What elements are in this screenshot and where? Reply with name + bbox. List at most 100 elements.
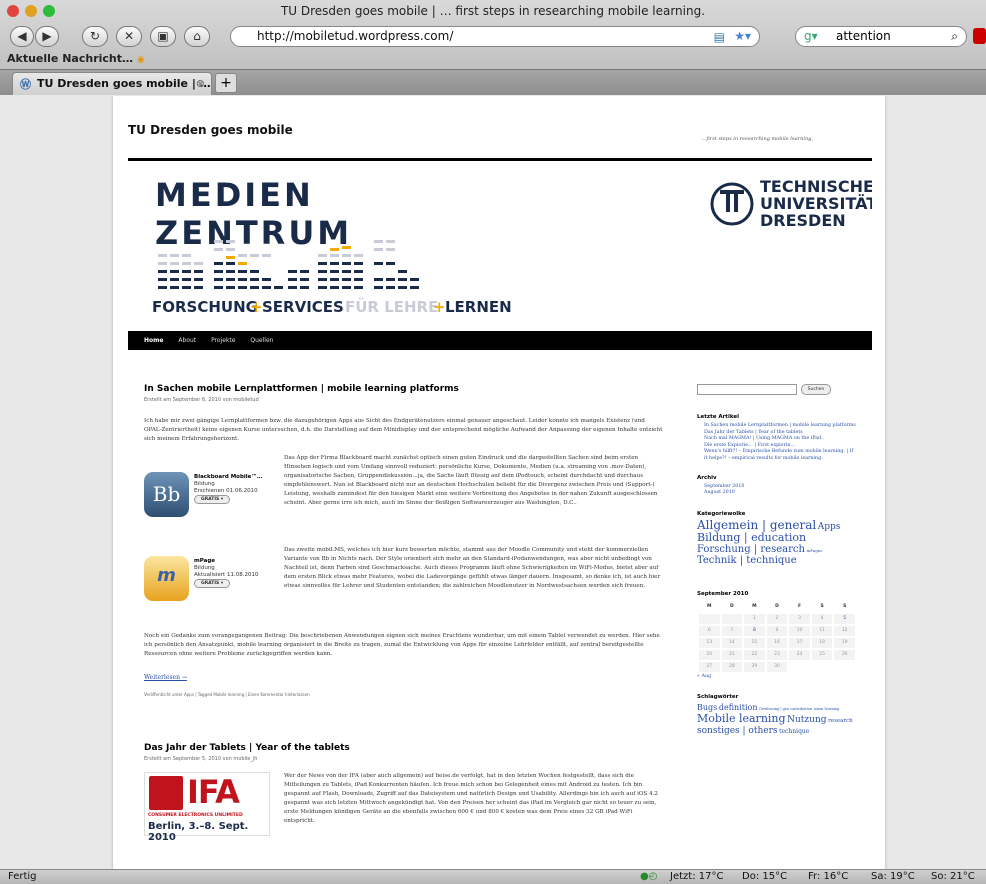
search-magnifier-icon[interactable]: ⌕ [951, 27, 958, 46]
url-field[interactable]: http://mobiletud.wordpress.com/ ▤ ★▾ [230, 26, 760, 47]
site-title[interactable]: TU Dresden goes mobile [128, 123, 293, 137]
weather-do: Do: 15°C [742, 871, 788, 882]
cloud-item[interactable]: Forschung | research [697, 544, 805, 555]
ifa-logo-image[interactable]: IFA CONSUMER ELECTRONICS UNLIMITED Berli… [144, 772, 270, 843]
cal-day: 27 [699, 661, 720, 672]
blackboard-app-icon[interactable]: Bb [144, 472, 189, 517]
rss-icon[interactable]: ▤ [714, 28, 725, 47]
zoom-window-button[interactable] [43, 5, 55, 17]
new-tab-button[interactable]: + [215, 73, 237, 93]
app2-button-label: GRATIS [201, 581, 220, 586]
forward-button[interactable]: ▶ [35, 26, 59, 47]
sidebar-search-input[interactable] [697, 384, 797, 395]
header-image[interactable]: MEDIEN ZENTRUM FORSCHUNG + SERVICES FÜR … [128, 162, 877, 330]
bookmark-star-icon[interactable]: ★▾ [734, 27, 751, 46]
tag-item[interactable]: Geofencing | geo contribution [759, 707, 812, 711]
cal-day: 30 [766, 661, 788, 672]
close-tab-icon[interactable]: ⊗ [196, 73, 205, 94]
post2-body: IFA CONSUMER ELECTRONICS UNLIMITED Berli… [144, 772, 664, 852]
recent-post-link[interactable]: In Sachen mobile Lernplattformen | mobil… [697, 423, 857, 430]
home-button[interactable]: ⌂ [184, 26, 210, 47]
menu-about[interactable]: About [178, 337, 196, 344]
back-button[interactable]: ◀ [10, 26, 34, 47]
sidebar: Suchen Letzte Artikel In Sachen mobile L… [697, 384, 857, 737]
app1-block: Bb Blackboard Mobile™… Bildung Erschiene… [144, 454, 664, 544]
tag-item[interactable]: definition [719, 703, 758, 712]
mpage-app-icon[interactable]: m [144, 556, 189, 601]
post2-text: Wer der News von der IFA (aber auch allg… [284, 773, 658, 824]
post2-title[interactable]: Das Jahr der Tablets | Year of the table… [144, 743, 664, 753]
post1-title[interactable]: In Sachen mobile Lernplattformen | mobil… [144, 384, 664, 394]
recent-post-link[interactable]: Nach mal MAGMA! | Using MAGMA on the iPa… [697, 436, 857, 443]
svg-text:+: + [250, 298, 263, 316]
post1-footer[interactable]: Veröffentlicht unter Apps | Tagged Mobil… [144, 692, 664, 697]
cal-day-head: S [843, 604, 847, 610]
recent-post-link[interactable]: Wenn's hilft?! – Empirische Befunde zum … [697, 449, 857, 462]
tag-item[interactable]: Mobile learning [697, 712, 786, 725]
cal-day: 11 [811, 625, 833, 636]
weather-now: Jetzt: 17°C [670, 871, 724, 882]
screenshot-icon[interactable]: ▣ [150, 26, 176, 47]
app2-gratis-button[interactable]: GRATIS ▾ [194, 579, 231, 588]
app1-name[interactable]: Blackboard Mobile™… [194, 474, 262, 481]
tag-item[interactable]: Bugs [697, 703, 717, 712]
cloud-item[interactable]: Technik | technique [697, 555, 797, 566]
main-menu: Home About Projekte Quellen [128, 331, 872, 350]
tu-dresden-logo: TECHNISCHE UNIVERSITÄT DRESDEN [710, 177, 877, 230]
cal-day [721, 613, 743, 624]
cal-day-link[interactable]: 8 [744, 625, 765, 636]
tag-item[interactable]: technique [779, 728, 809, 735]
menu-home[interactable]: Home [144, 337, 163, 344]
bookmark-live-news[interactable]: Aktuelle Nachricht… [7, 52, 133, 65]
medienzentrum-logo: MEDIEN ZENTRUM FORSCHUNG + SERVICES FÜR … [152, 176, 877, 316]
tag-item[interactable]: sonstiges | others [697, 726, 778, 736]
app2-name[interactable]: mPage [194, 558, 258, 565]
svg-text:SERVICES: SERVICES [262, 298, 344, 316]
menu-quellen[interactable]: Quellen [250, 337, 273, 344]
archive-link[interactable]: August 2010 [697, 490, 857, 497]
cal-day: 23 [766, 649, 788, 660]
stop-button[interactable]: ✕ [116, 26, 142, 47]
cal-day: 17 [789, 637, 810, 648]
cloud-item[interactable]: Allgemein | general [697, 518, 816, 532]
menu-projekte[interactable]: Projekte [211, 337, 235, 344]
tab-active[interactable]: Ⓦ TU Dresden goes mobile | … … ⊗ [12, 72, 212, 95]
cal-day-head: D [775, 604, 779, 610]
svg-text:FORSCHUNG: FORSCHUNG [152, 298, 258, 316]
cal-day: 9 [766, 625, 788, 636]
cal-day-link[interactable]: 5 [834, 613, 855, 624]
close-window-button[interactable] [7, 5, 19, 17]
svg-text:+: + [433, 298, 446, 316]
tags-heading: Schlagwörter [697, 694, 739, 701]
read-more-link[interactable]: Weiterlesen → [144, 673, 664, 682]
app1-gratis-button[interactable]: GRATIS ▾ [194, 495, 231, 504]
cloud-item[interactable]: Bildung | education [697, 531, 806, 544]
adblock-icon[interactable] [973, 28, 986, 44]
status-bar: Fertig ●◴ Jetzt: 17°C Do: 15°C Fr: 16°C … [0, 869, 986, 884]
cal-day: 15 [744, 637, 765, 648]
navigation-bar: ◀ ▶ ↻ ✕ ▣ ⌂ http://mobiletud.wordpress.c… [0, 23, 986, 49]
svg-text:LERNEN: LERNEN [445, 298, 512, 316]
tag-item[interactable]: Nutzung [787, 715, 826, 725]
svg-text:MEDIEN: MEDIEN [155, 176, 314, 214]
app2-block: m mPage Bildung Aktualisiert 11.08.2010 … [144, 546, 664, 632]
calendar-prev-link[interactable]: « Aug [697, 674, 857, 681]
tag-item[interactable]: istem learning [814, 707, 840, 711]
search-field[interactable]: attention g▾ ⌕ [795, 26, 967, 47]
sidebar-search-button[interactable]: Suchen [801, 384, 831, 395]
post1-outro: Noch ein Gedanke zum vorangegangenen Bei… [144, 633, 660, 657]
sidebar-search: Suchen [697, 384, 857, 396]
tag-item[interactable]: research [828, 718, 853, 724]
reload-button[interactable]: ↻ [82, 26, 108, 47]
cloud-item[interactable]: mPages [807, 548, 823, 553]
google-icon: g▾ [804, 29, 818, 43]
cal-day-head: M [707, 604, 712, 610]
cal-day: 16 [766, 637, 788, 648]
tab-label: TU Dresden goes mobile | … … [37, 77, 212, 90]
svg-text:FÜR LEHRE: FÜR LEHRE [345, 297, 438, 316]
cal-day: 14 [721, 637, 743, 648]
cloud-item[interactable]: Apps [818, 522, 841, 532]
post2-meta: Erstellt am September 5, 2010 von mobile… [144, 756, 258, 762]
minimize-window-button[interactable] [25, 5, 37, 17]
calendar-heading: September 2010 [697, 590, 749, 597]
